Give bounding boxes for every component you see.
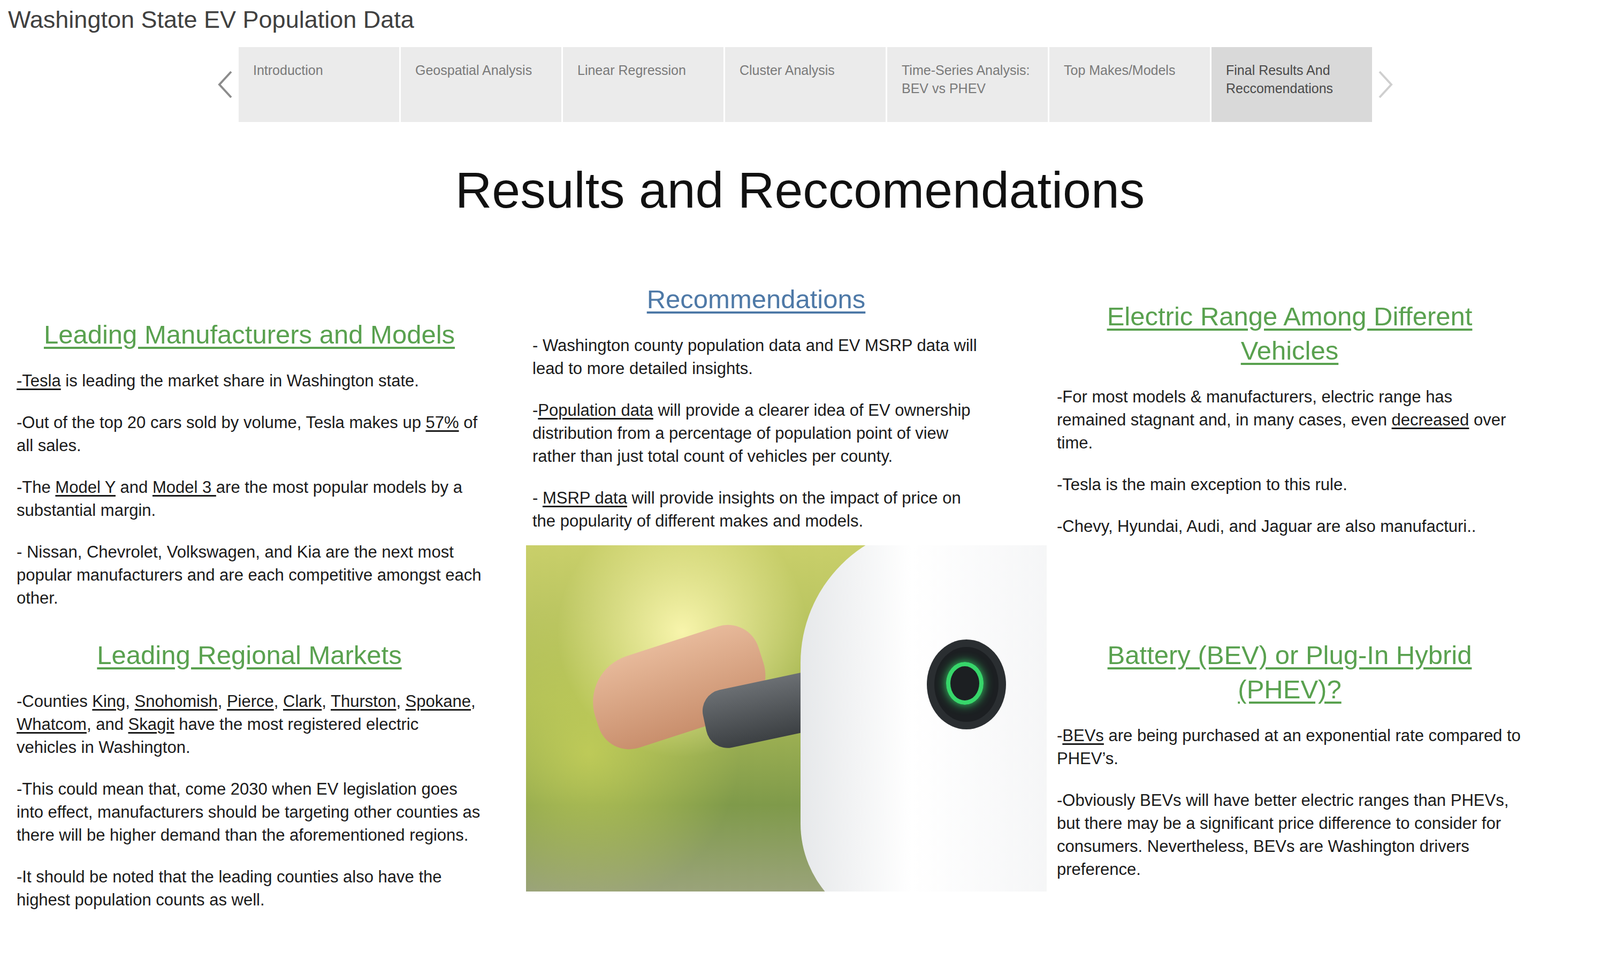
photo-car xyxy=(800,545,1047,892)
story-tab[interactable]: Top Makes/Models xyxy=(1049,47,1210,123)
paragraph: -Tesla is the main exception to this rul… xyxy=(1056,473,1523,497)
text-segment: Skagit xyxy=(127,714,174,734)
text-segment: is leading the market share in Washingto… xyxy=(61,371,419,391)
story-tab[interactable]: Final Results And Reccomendations xyxy=(1211,47,1373,123)
tab-label: Top Makes/Models xyxy=(1063,62,1176,78)
story-tabs: Introduction Geospatial Analysis Linear Re… xyxy=(238,47,1373,123)
text-segment: -Out of the top 20 cars sold by volume, … xyxy=(16,413,426,432)
paragraph: -For most models & manufacturers, electr… xyxy=(1056,385,1523,455)
window-title: Washington State EV Population Data xyxy=(0,0,1600,42)
text-segment: -The xyxy=(16,477,56,497)
columns: Leading Manufacturers and Models -Tesla i… xyxy=(0,220,1600,912)
paragraph: -Population data will provide a clearer … xyxy=(532,398,980,468)
section-heading: Leading Regional Markets xyxy=(16,637,483,673)
text-segment: , xyxy=(217,691,227,711)
text-segment: Snohomish xyxy=(134,691,218,711)
section-heading: Electric Range Among Different Vehicles xyxy=(1056,299,1523,368)
section: Battery (BEV) or Plug-In Hybrid (PHEV)? -… xyxy=(1056,637,1523,881)
text-segment: Model 3 xyxy=(152,477,217,497)
paragraph: -Tesla is leading the market share in Wa… xyxy=(16,369,483,393)
section-heading: Battery (BEV) or Plug-In Hybrid (PHEV)? xyxy=(1056,637,1523,707)
page-title: Results and Reccomendations xyxy=(0,159,1600,221)
section-heading: Leading Manufacturers and Models xyxy=(16,317,483,352)
text-segment: King xyxy=(92,691,126,711)
text-segment: BEVs xyxy=(1062,726,1104,745)
story-tab[interactable]: Introduction xyxy=(238,47,400,123)
paragraph: - Washington county population data and … xyxy=(532,333,980,380)
text-segment: decreased xyxy=(1391,410,1470,430)
text-segment: Population data xyxy=(537,400,653,420)
text-segment: -Tesla is the main exception to this rul… xyxy=(1056,475,1348,494)
paragraph: -It should be noted that the leading cou… xyxy=(16,865,483,912)
text-segment: , xyxy=(273,691,284,711)
paragraph: - Nissan, Chevrolet, Volkswagen, and Kia… xyxy=(16,540,483,610)
tab-label: Linear Regression xyxy=(577,62,687,78)
text-segment: - xyxy=(532,488,543,508)
text-segment: Pierce xyxy=(226,691,274,711)
story-tab[interactable]: Cluster Analysis xyxy=(725,47,886,123)
text-segment: -Counties xyxy=(16,691,93,711)
text-segment: , xyxy=(321,691,331,711)
text-segment: Thurston xyxy=(330,691,396,711)
paragraph: -BEVs are being purchased at an exponent… xyxy=(1056,724,1523,771)
paragraph: -This could mean that, come 2030 when EV… xyxy=(16,777,483,847)
column: Electric Range Among Different Vehicles -… xyxy=(1056,220,1523,912)
column: Recommendations - Washington county popul… xyxy=(526,220,1047,912)
paragraph: -Chevy, Hyundai, Audi, and Jaguar are al… xyxy=(1056,514,1523,538)
text-segment: -This could mean that, come 2030 when EV… xyxy=(16,779,480,845)
tab-label: Geospatial Analysis xyxy=(415,62,532,78)
story-navigator: Introduction Geospatial Analysis Linear Re… xyxy=(0,47,1600,123)
ev-charging-photo xyxy=(526,545,1047,892)
next-arrow-icon xyxy=(1376,69,1395,100)
text-segment: - xyxy=(532,400,538,420)
text-segment: - Nissan, Chevrolet, Volkswagen, and Kia… xyxy=(16,542,482,608)
text-segment: -Obviously BEVs will have better electri… xyxy=(1056,790,1509,879)
paragraph: -Out of the top 20 cars sold by volume, … xyxy=(16,410,483,457)
text-segment: -Tesla xyxy=(16,371,62,391)
text-segment: - Washington county population data and … xyxy=(532,336,978,378)
tab-label: Cluster Analysis xyxy=(739,62,835,78)
section: Electric Range Among Different Vehicles -… xyxy=(1056,299,1523,538)
section: Recommendations - Washington county popul… xyxy=(526,282,980,533)
text-segment: -It should be noted that the leading cou… xyxy=(16,867,443,910)
photo-ring xyxy=(946,661,984,705)
paragraph: - MSRP data will provide insights on the… xyxy=(532,486,980,533)
text-segment: -Chevy, Hyundai, Audi, and Jaguar are al… xyxy=(1056,516,1476,536)
text-segment: MSRP data xyxy=(542,488,628,508)
photo-port xyxy=(934,646,999,722)
text-segment: Spokane xyxy=(405,691,471,711)
text-segment: , xyxy=(125,691,135,711)
prev-arrow[interactable] xyxy=(211,47,239,123)
text-segment: - xyxy=(1056,726,1063,745)
text-segment: , xyxy=(470,691,476,711)
story-tab[interactable]: Geospatial Analysis xyxy=(400,47,562,123)
paragraph: -Obviously BEVs will have better electri… xyxy=(1056,788,1523,881)
section: Leading Manufacturers and Models -Tesla i… xyxy=(16,317,483,610)
next-arrow[interactable] xyxy=(1372,47,1399,123)
section-heading: Recommendations xyxy=(532,282,980,317)
text-segment: , and xyxy=(86,714,129,734)
text-segment: 57% xyxy=(425,413,459,432)
text-segment: Clark xyxy=(283,691,322,711)
paragraph: -The Model Y and Model 3 are the most po… xyxy=(16,475,483,522)
text-segment: Model Y xyxy=(55,477,116,497)
story-tab[interactable]: Time-Series Analysis: BEV vs PHEV xyxy=(887,47,1048,123)
text-segment: Whatcom xyxy=(16,714,87,734)
tab-label: Introduction xyxy=(253,62,324,78)
story-tab[interactable]: Linear Regression xyxy=(562,47,724,123)
tab-label: Time-Series Analysis: BEV vs PHEV xyxy=(901,62,1030,96)
paragraph: -Counties King, Snohomish, Pierce, Clark… xyxy=(16,689,483,759)
prev-arrow-icon xyxy=(216,69,235,100)
section: Leading Regional Markets-Counties King, … xyxy=(16,637,483,912)
text-segment: and xyxy=(115,477,153,497)
tab-label: Final Results And Reccomendations xyxy=(1225,62,1333,96)
column: Leading Manufacturers and Models -Tesla i… xyxy=(16,220,483,912)
text-segment: are being purchased at an exponential ra… xyxy=(1056,726,1521,768)
text-segment: , xyxy=(395,691,406,711)
